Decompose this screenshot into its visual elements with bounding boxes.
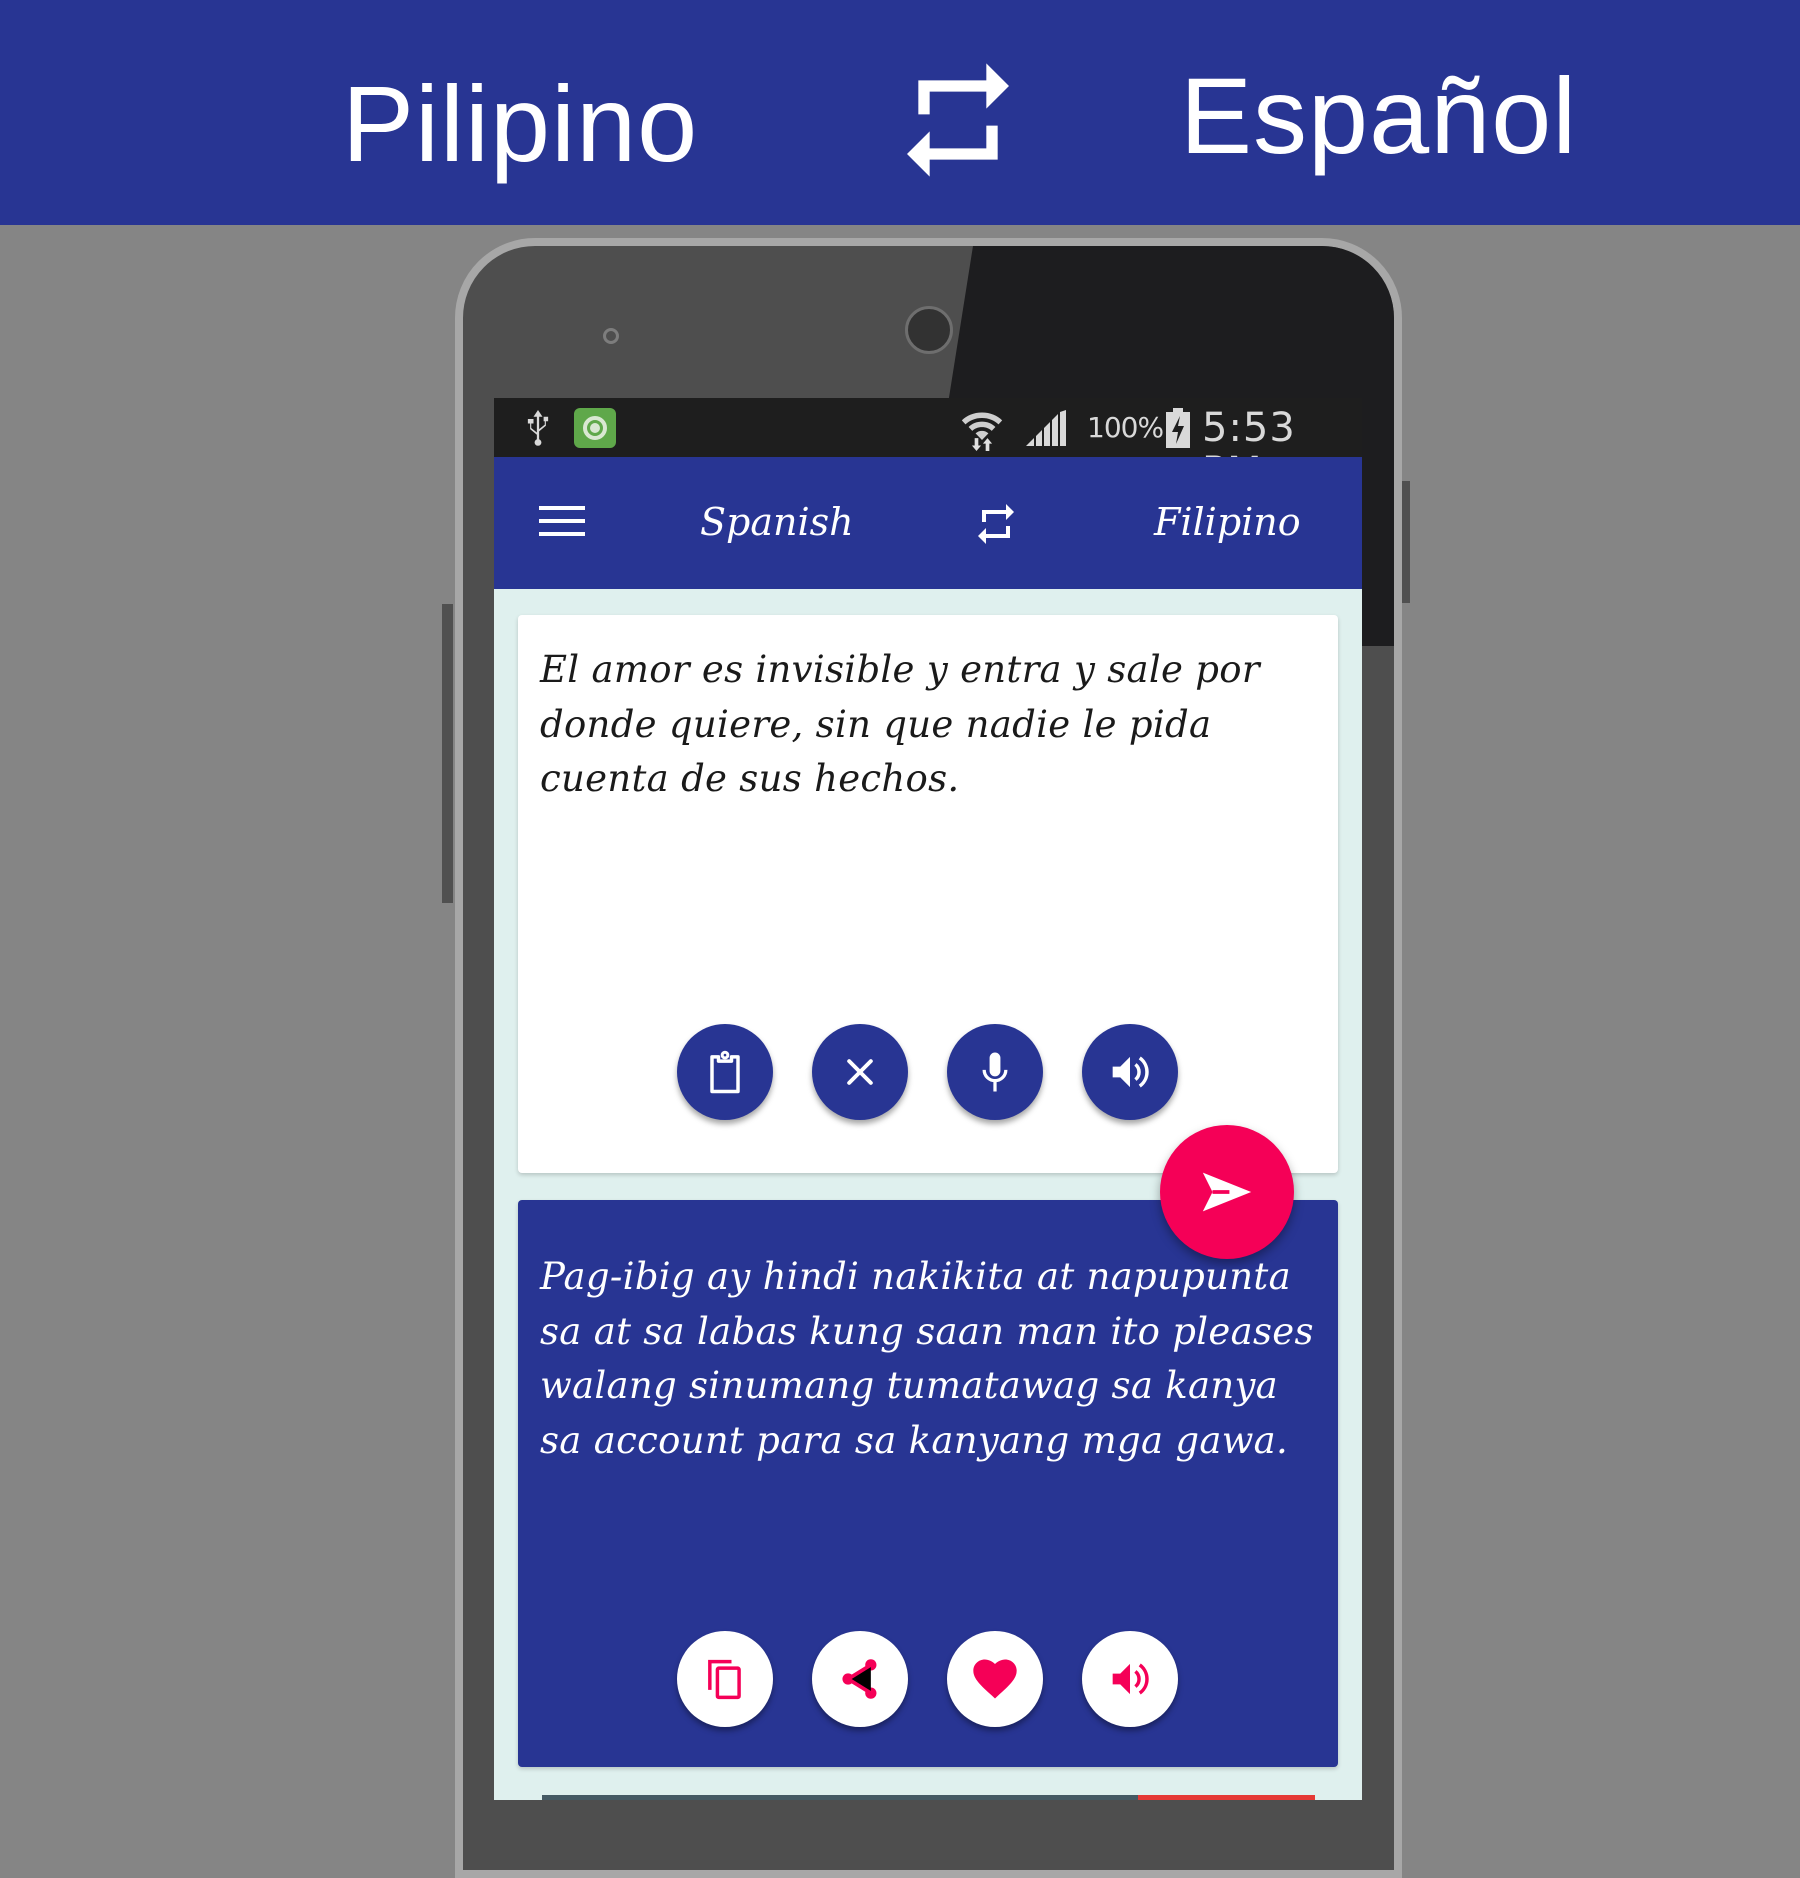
swap-languages-icon[interactable]: [972, 499, 1020, 549]
clipboard-icon: [710, 1050, 740, 1094]
bottom-banner-ad-accent: [1138, 1795, 1315, 1800]
share-icon: [842, 1659, 877, 1699]
copy-button[interactable]: [677, 1631, 773, 1727]
battery-charging-icon: [1166, 408, 1190, 448]
output-card: Pag-ibig ay hindi nakikita at napupunta …: [518, 1200, 1338, 1767]
phone-screen: 100% 5:53 PM Spanish Filipino El amor es…: [494, 398, 1362, 1800]
close-icon: [847, 1059, 873, 1085]
front-sensor: [603, 328, 619, 344]
app-notification-icon: [574, 408, 616, 448]
usb-icon: [527, 410, 549, 446]
translate-button[interactable]: [1160, 1125, 1294, 1259]
banner-left-language: Pilipino: [342, 63, 699, 184]
heart-icon: [973, 1659, 1017, 1699]
voice-input-button[interactable]: [947, 1024, 1043, 1120]
source-language-selector[interactable]: Spanish: [700, 497, 854, 547]
signal-icon: [1026, 410, 1066, 446]
translated-text: Pag-ibig ay hindi nakikita at napupunta …: [540, 1255, 1314, 1462]
send-icon: [1202, 1172, 1252, 1212]
source-text-input[interactable]: El amor es invisible y entra y sale por …: [540, 643, 1320, 807]
target-language-selector[interactable]: Filipino: [1154, 497, 1301, 547]
swap-languages-icon: [907, 63, 1009, 177]
speak-output-button[interactable]: [1082, 1631, 1178, 1727]
share-button[interactable]: [812, 1631, 908, 1727]
battery-percentage: 100%: [1087, 411, 1164, 444]
speaker-icon: [1112, 1056, 1149, 1088]
speaker-icon: [1112, 1663, 1149, 1695]
microphone-icon: [982, 1052, 1008, 1092]
bottom-banner-ad: [542, 1795, 1138, 1800]
clear-button[interactable]: [812, 1024, 908, 1120]
phone-power-button: [1402, 481, 1410, 603]
input-card: El amor es invisible y entra y sale por …: [518, 615, 1338, 1173]
paste-button[interactable]: [677, 1024, 773, 1120]
status-bar: 100% 5:53 PM: [494, 398, 1362, 494]
banner-right-language: Español: [1180, 55, 1578, 176]
wifi-icon: [961, 412, 1003, 451]
phone-volume-button: [442, 604, 453, 903]
app-bar: Spanish Filipino: [494, 457, 1362, 589]
front-camera: [905, 306, 953, 354]
promo-banner: Pilipino Español: [0, 0, 1800, 225]
speak-input-button[interactable]: [1082, 1024, 1178, 1120]
favorite-button[interactable]: [947, 1631, 1043, 1727]
hamburger-menu-icon[interactable]: [539, 506, 585, 538]
copy-icon: [708, 1659, 741, 1700]
